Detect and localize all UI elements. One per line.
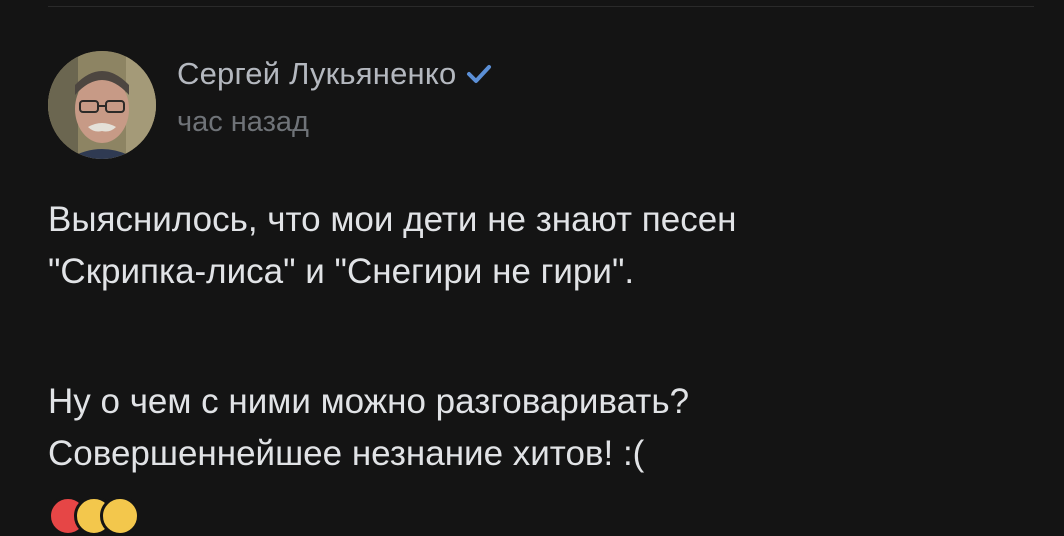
avatar-photo-icon xyxy=(48,51,156,159)
post-time[interactable]: час назад xyxy=(177,106,492,139)
author-name[interactable]: Сергей Лукьяненко xyxy=(177,56,456,92)
post-text: Выяснилось, что мои дети не знают песен … xyxy=(48,194,1028,480)
post-text-line: Выяснилось, что мои дети не знают песен xyxy=(48,200,737,239)
post-text-line: Совершеннейшее незнание хитов! :( xyxy=(48,434,645,473)
author-avatar[interactable] xyxy=(48,51,156,159)
verified-check-icon xyxy=(466,63,492,85)
post-text-line: "Скрипка-лиса" и "Снегири не гири". xyxy=(48,252,635,291)
post-text-line: Ну о чем с ними можно разговаривать? xyxy=(48,382,690,421)
sad-reaction-icon xyxy=(100,496,140,536)
reactions-bar[interactable] xyxy=(48,496,140,536)
author-row: Сергей Лукьяненко xyxy=(177,54,492,94)
author-block: Сергей Лукьяненко час назад xyxy=(177,54,492,139)
wall-post: Сергей Лукьяненко час назад Выяснилось, … xyxy=(0,0,1064,536)
